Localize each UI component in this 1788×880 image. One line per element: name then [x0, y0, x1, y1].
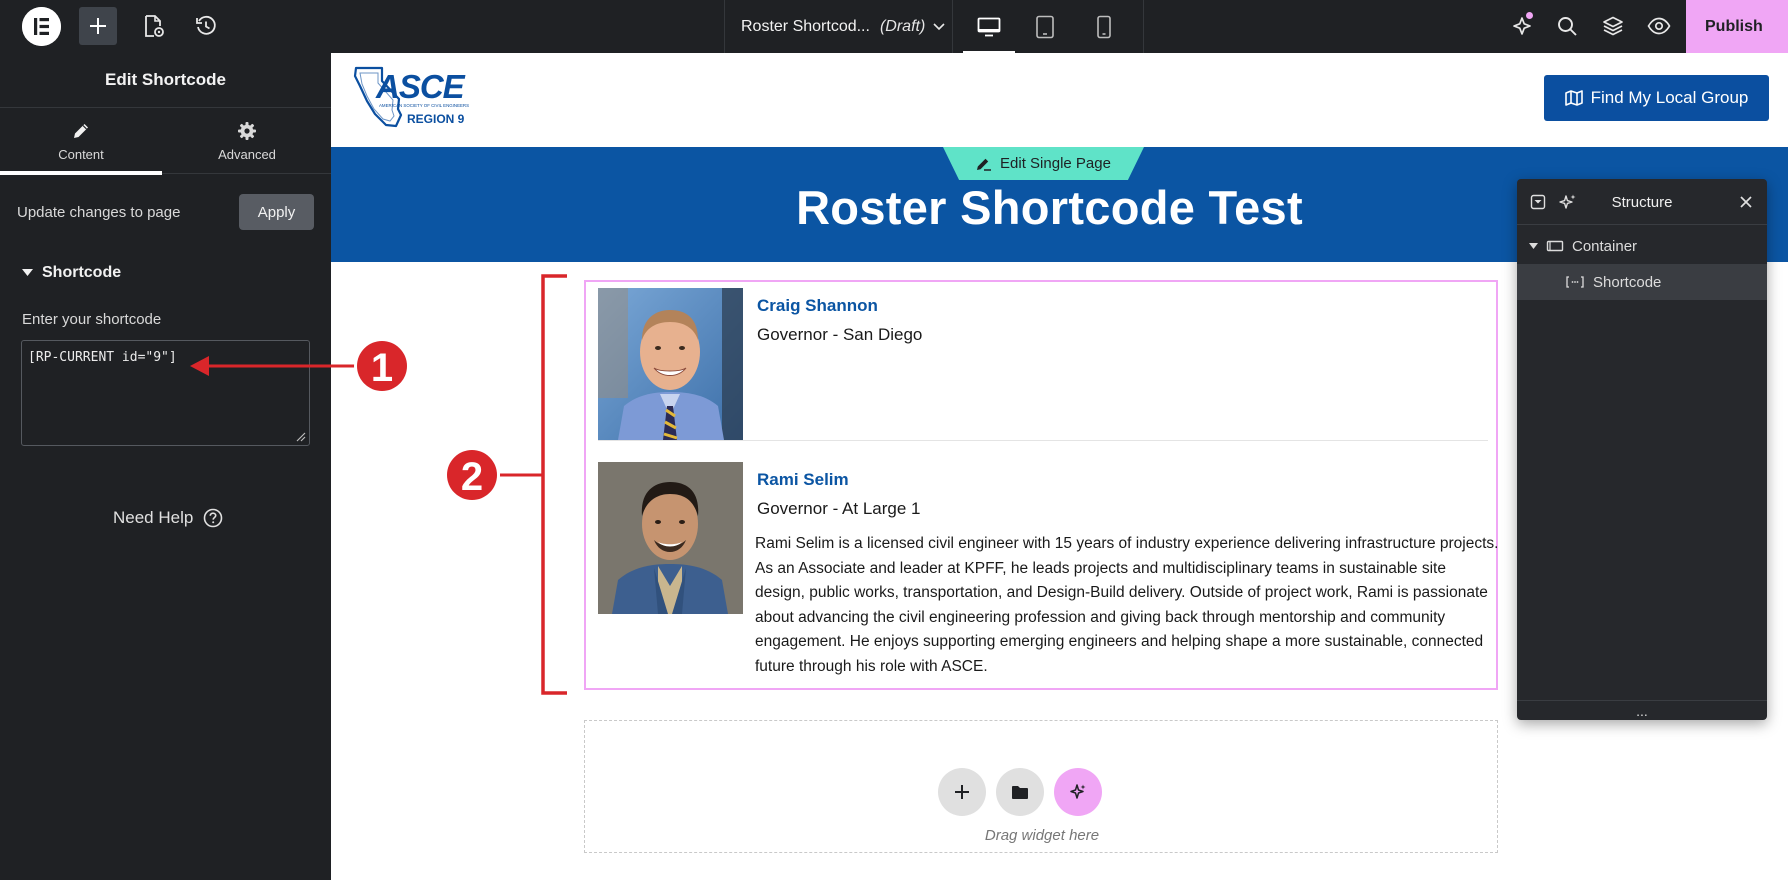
shortcode-widget[interactable]: Craig Shannon Governor - San Diego Rami …: [584, 280, 1498, 690]
member-role: Governor - San Diego: [757, 325, 923, 344]
sparkle-icon: [1070, 784, 1086, 799]
logo-subtext: AMERICAN SOCIETY OF CIVIL ENGINEERS: [379, 103, 469, 108]
more-dots: ...: [1636, 702, 1648, 719]
edit-single-page-button[interactable]: Edit Single Page: [943, 147, 1144, 180]
desktop-icon: [977, 17, 1001, 37]
shortcode-textarea[interactable]: [RP-CURRENT id="9"]: [21, 340, 310, 446]
page-settings-button[interactable]: [135, 7, 173, 45]
structure-header: Structure: [1517, 179, 1767, 225]
section-title-text: Shortcode: [42, 264, 122, 281]
need-help-text: Need Help: [113, 508, 194, 527]
tab-advanced-label: Advanced: [218, 146, 276, 162]
page-settings-icon: [145, 15, 164, 37]
need-help-link[interactable]: Need Help: [113, 508, 223, 528]
elementor-logo-icon[interactable]: [22, 7, 61, 46]
member-role: Governor - At Large 1: [757, 499, 921, 518]
structure-panel: Structure Container Shortcode ...: [1517, 179, 1767, 720]
resize-handle-icon[interactable]: [296, 432, 306, 442]
history-icon: [196, 15, 216, 35]
add-template-button[interactable]: [996, 768, 1044, 816]
add-section-button[interactable]: [938, 768, 986, 816]
edit-panel: Edit Shortcode Content Advanced Update c…: [0, 53, 331, 880]
asce-region-9-logo[interactable]: ASCE AMERICAN SOCIETY OF CIVIL ENGINEERS…: [352, 65, 482, 135]
empty-drop-zone[interactable]: Drag widget here: [584, 720, 1498, 853]
sparkle-icon: [1559, 194, 1576, 209]
shortcode-section-toggle[interactable]: Shortcode: [22, 264, 121, 282]
tablet-icon: [1036, 15, 1054, 39]
collapse-all-button[interactable]: [1527, 191, 1549, 213]
pencil-icon: [977, 158, 992, 171]
shortcode-icon: [1566, 276, 1584, 288]
gear-icon: [238, 121, 256, 140]
add-icon: [90, 18, 106, 34]
tab-content-label: Content: [58, 146, 104, 162]
preview-icon: [1647, 17, 1671, 35]
panel-title: Edit Shortcode: [0, 53, 331, 108]
tab-advanced[interactable]: Advanced: [166, 108, 328, 174]
pencil-icon: [74, 123, 88, 138]
drag-widget-hint: Drag widget here: [984, 827, 1100, 844]
structure-item-label: Container: [1572, 237, 1638, 255]
close-structure-button[interactable]: [1735, 191, 1757, 213]
help-icon: [204, 508, 223, 528]
structure-item-container[interactable]: Container: [1517, 228, 1767, 264]
roster-member: Rami Selim Governor - At Large 1 Rami Se…: [598, 462, 1498, 682]
preview-button[interactable]: [1640, 7, 1678, 45]
container-icon: [1546, 240, 1564, 252]
chevron-down-icon: [933, 22, 945, 30]
document-status: (Draft): [879, 17, 926, 35]
caret-down-icon: [22, 269, 33, 276]
divider: [952, 0, 953, 53]
notifications-button[interactable]: [1503, 7, 1541, 45]
folder-icon: [1012, 785, 1028, 799]
document-title-text: Roster Shortcod...: [741, 17, 870, 35]
ai-generate-button[interactable]: [1054, 768, 1102, 816]
document-switcher: Roster Shortcod... (Draft): [724, 0, 1144, 54]
caret-down-icon[interactable]: [1529, 242, 1538, 250]
structure-title: Structure: [1611, 193, 1673, 211]
top-bar: Roster Shortcod... (Draft) Publish: [0, 0, 1788, 54]
publish-button[interactable]: Publish: [1686, 0, 1788, 53]
logo-asce-text: ASCE: [375, 68, 466, 105]
history-button[interactable]: [187, 7, 225, 45]
structure-resize-handle[interactable]: ...: [1517, 700, 1767, 720]
map-icon: [1564, 90, 1583, 106]
structure-item-label: Shortcode: [1593, 273, 1662, 291]
add-element-button[interactable]: [79, 7, 117, 45]
shortcode-value: [RP-CURRENT id="9"]: [28, 350, 177, 365]
search-icon: [1558, 17, 1577, 36]
navigator-button[interactable]: [1594, 7, 1632, 45]
roster-member: Craig Shannon Governor - San Diego: [598, 288, 1488, 441]
member-photo-craig-shannon: [598, 288, 743, 440]
responsive-desktop-button[interactable]: [963, 7, 1015, 54]
shortcode-field-label: Enter your shortcode: [22, 311, 162, 328]
add-icon: [955, 785, 969, 799]
ai-structure-button[interactable]: [1557, 191, 1579, 213]
member-photo-rami-selim: [598, 462, 743, 614]
find-button-label: Find My Local Group: [1590, 88, 1749, 107]
structure-item-shortcode[interactable]: Shortcode: [1517, 264, 1767, 300]
find-my-local-group-button[interactable]: Find My Local Group: [1544, 75, 1769, 121]
collapse-all-icon: [1530, 194, 1546, 210]
update-changes-text: Update changes to page: [17, 203, 181, 221]
responsive-tablet-button[interactable]: [1019, 7, 1071, 47]
close-icon: [1740, 196, 1752, 208]
member-name[interactable]: Rami Selim: [757, 470, 849, 490]
editor-window: Roster Shortcod... (Draft) Publish Edit …: [0, 0, 1788, 880]
member-name[interactable]: Craig Shannon: [757, 296, 878, 316]
edit-pill-label: Edit Single Page: [1000, 155, 1111, 172]
panel-tabs: Content Advanced: [0, 108, 331, 175]
document-title[interactable]: Roster Shortcod... (Draft): [741, 0, 945, 53]
update-changes-row: Update changes to page Apply: [17, 193, 314, 231]
responsive-mobile-button[interactable]: [1078, 7, 1130, 47]
member-bio: Rami Selim is a licensed civil engineer …: [755, 535, 1499, 675]
search-button[interactable]: [1548, 7, 1586, 45]
apply-button[interactable]: Apply: [239, 194, 314, 230]
notifications-icon: [1513, 17, 1531, 35]
mobile-icon: [1097, 15, 1111, 39]
tab-content[interactable]: Content: [0, 108, 162, 175]
logo-region-text: REGION 9: [407, 112, 465, 126]
layers-icon: [1603, 16, 1623, 36]
